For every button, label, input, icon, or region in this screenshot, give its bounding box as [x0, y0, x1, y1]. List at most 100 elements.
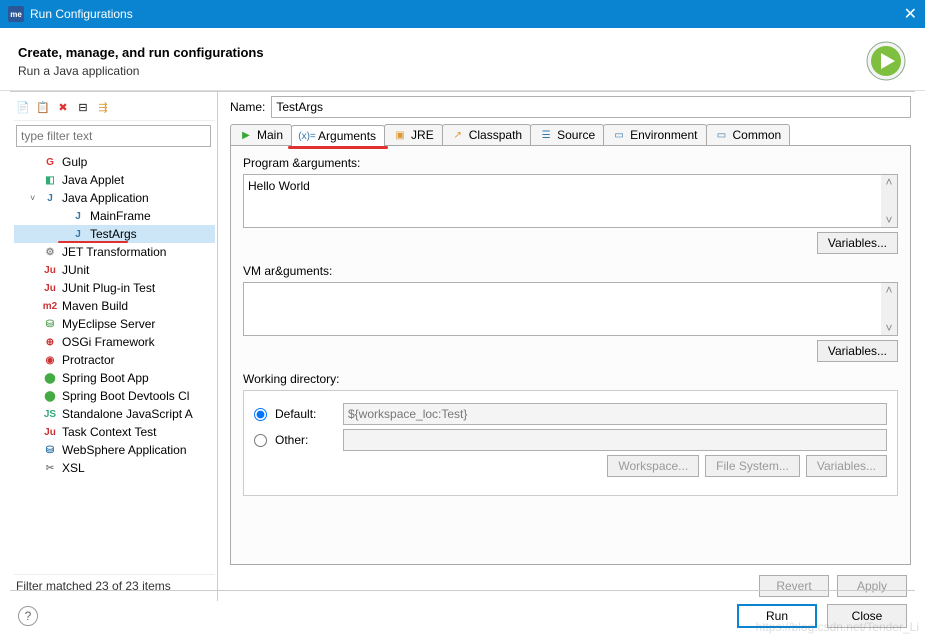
workspace-button[interactable]: Workspace...	[607, 455, 699, 477]
classpath-tab-icon: ↗	[451, 128, 465, 142]
tab-classpath[interactable]: ↗ Classpath	[442, 124, 531, 145]
config-type-icon: Ju	[42, 280, 58, 296]
tab-label: Classpath	[469, 128, 522, 142]
filter-icon[interactable]: ⇶	[94, 98, 112, 116]
help-icon[interactable]: ?	[18, 606, 38, 626]
tree-item-task-context-test[interactable]: Ju Task Context Test	[14, 423, 215, 441]
dialog-footer: ? Run Close	[10, 590, 915, 640]
vm-args-input[interactable]	[244, 283, 881, 335]
scrollbar[interactable]: ˄˅	[881, 283, 897, 335]
config-type-icon: Ju	[42, 262, 58, 278]
new-config-icon[interactable]: 📄	[14, 98, 32, 116]
config-type-icon: ◧	[42, 172, 58, 188]
tree-item-java-applet[interactable]: ◧ Java Applet	[14, 171, 215, 189]
config-type-icon: Ju	[42, 424, 58, 440]
tree-item-label: TestArgs	[90, 227, 137, 241]
tree-item-label: Gulp	[62, 155, 87, 169]
program-variables-button[interactable]: Variables...	[817, 232, 898, 254]
tree-item-spring-boot-app[interactable]: ⬤Spring Boot App	[14, 369, 215, 387]
config-type-icon: ⊕	[42, 334, 58, 350]
config-type-icon: ⛁	[42, 316, 58, 332]
right-panel: Name: ▶ Main (x)= Arguments ▣ JRE ↗ Classpath ☰S…	[218, 92, 915, 601]
close-icon[interactable]: ✕	[877, 4, 917, 24]
tree-item-label: Task Context Test	[62, 425, 157, 439]
close-button[interactable]: Close	[827, 604, 907, 628]
tab-common[interactable]: ▭Common	[706, 124, 791, 145]
filesystem-button[interactable]: File System...	[705, 455, 800, 477]
run-large-icon	[865, 40, 907, 82]
delete-icon[interactable]: ✖	[54, 98, 72, 116]
tree-item-java-application[interactable]: ˅JJava Application	[14, 189, 215, 207]
tree-item-label: Java Applet	[62, 173, 124, 187]
config-type-icon: m2	[42, 298, 58, 314]
tree-item-label: Standalone JavaScript A	[62, 407, 193, 421]
tree-item-label: Spring Boot App	[62, 371, 149, 385]
program-args-label: Program &arguments:	[243, 156, 898, 170]
common-tab-icon: ▭	[715, 128, 729, 142]
dialog-header: Create, manage, and run configurations R…	[0, 28, 925, 91]
tab-source[interactable]: ☰Source	[530, 124, 604, 145]
tree-item-osgi-framework[interactable]: ⊕OSGi Framework	[14, 333, 215, 351]
tree-item-label: JUnit	[62, 263, 89, 277]
tree-item-junit[interactable]: Ju JUnit	[14, 261, 215, 279]
left-toolbar: 📄 📋 ✖ ⊟ ⇶	[14, 96, 215, 121]
scrollbar[interactable]: ˄˅	[881, 175, 897, 227]
environment-tab-icon: ▭	[612, 128, 626, 142]
other-path-input[interactable]	[343, 429, 887, 451]
main-tab-icon: ▶	[239, 128, 253, 142]
vm-variables-button[interactable]: Variables...	[817, 340, 898, 362]
config-type-icon: ✂	[42, 460, 58, 476]
tree-item-jet-transformation[interactable]: ⚙JET Transformation	[14, 243, 215, 261]
name-input[interactable]	[271, 96, 911, 118]
tree-item-mainframe[interactable]: JMainFrame	[14, 207, 215, 225]
workdir-variables-button[interactable]: Variables...	[806, 455, 887, 477]
config-tree[interactable]: GGulp◧ Java Applet ˅JJava ApplicationJMain…	[14, 151, 215, 574]
program-args-input[interactable]: Hello World	[244, 175, 881, 227]
name-label: Name:	[230, 100, 265, 114]
workdir-label: Working directory:	[243, 372, 898, 386]
other-radio[interactable]	[254, 434, 267, 447]
tab-label: JRE	[411, 128, 434, 142]
config-type-icon: J	[70, 208, 86, 224]
app-icon: me	[8, 6, 24, 22]
jre-tab-icon: ▣	[393, 128, 407, 142]
config-type-icon: J	[42, 190, 58, 206]
default-radio[interactable]	[254, 408, 267, 421]
annotation-underline	[288, 146, 388, 149]
config-type-icon: JS	[42, 406, 58, 422]
other-label: Other:	[275, 433, 335, 447]
config-type-icon: ⚙	[42, 244, 58, 260]
tree-item-testargs[interactable]: JTestArgs	[14, 225, 215, 243]
tree-item-label: WebSphere Application	[62, 443, 187, 457]
tree-item-myeclipse-server[interactable]: ⛁MyEclipse Server	[14, 315, 215, 333]
tab-label: Main	[257, 128, 283, 142]
arguments-tab-icon: (x)=	[300, 129, 314, 143]
tree-item-xsl[interactable]: ✂XSL	[14, 459, 215, 477]
tab-arguments[interactable]: (x)= Arguments	[291, 125, 385, 146]
tree-item-standalone-javascript-a[interactable]: JS Standalone JavaScript A	[14, 405, 215, 423]
collapse-icon[interactable]: ⊟	[74, 98, 92, 116]
left-panel: 📄 📋 ✖ ⊟ ⇶ GGulp◧ Java Applet ˅JJava Applic…	[10, 92, 218, 601]
arguments-tab-content: Program &arguments: Hello World ˄˅ Varia…	[230, 146, 911, 565]
tree-item-spring-boot-devtools-cl[interactable]: ⬤Spring Boot Devtools Cl	[14, 387, 215, 405]
tree-item-label: Protractor	[62, 353, 115, 367]
vm-args-label: VM ar&guments:	[243, 264, 898, 278]
tab-main[interactable]: ▶ Main	[230, 124, 292, 145]
tree-item-junit-plug-in-test[interactable]: Ju JUnit Plug-in Test	[14, 279, 215, 297]
tab-jre[interactable]: ▣ JRE	[384, 124, 443, 145]
config-type-icon: ⬤	[42, 388, 58, 404]
expand-icon[interactable]: ˅	[30, 193, 42, 203]
config-type-icon: ◉	[42, 352, 58, 368]
tab-label: Arguments	[318, 129, 376, 143]
vm-args-field[interactable]: ˄˅	[243, 282, 898, 336]
duplicate-icon[interactable]: 📋	[34, 98, 52, 116]
tab-environment[interactable]: ▭Environment	[603, 124, 706, 145]
tree-item-protractor[interactable]: ◉ Protractor	[14, 351, 215, 369]
filter-input[interactable]	[16, 125, 211, 147]
run-button[interactable]: Run	[737, 604, 817, 628]
program-args-field[interactable]: Hello World ˄˅	[243, 174, 898, 228]
tree-item-websphere-application[interactable]: ⛁WebSphere Application	[14, 441, 215, 459]
tree-item-gulp[interactable]: GGulp	[14, 153, 215, 171]
tree-item-maven-build[interactable]: m2Maven Build	[14, 297, 215, 315]
tree-item-label: JUnit Plug-in Test	[62, 281, 155, 295]
